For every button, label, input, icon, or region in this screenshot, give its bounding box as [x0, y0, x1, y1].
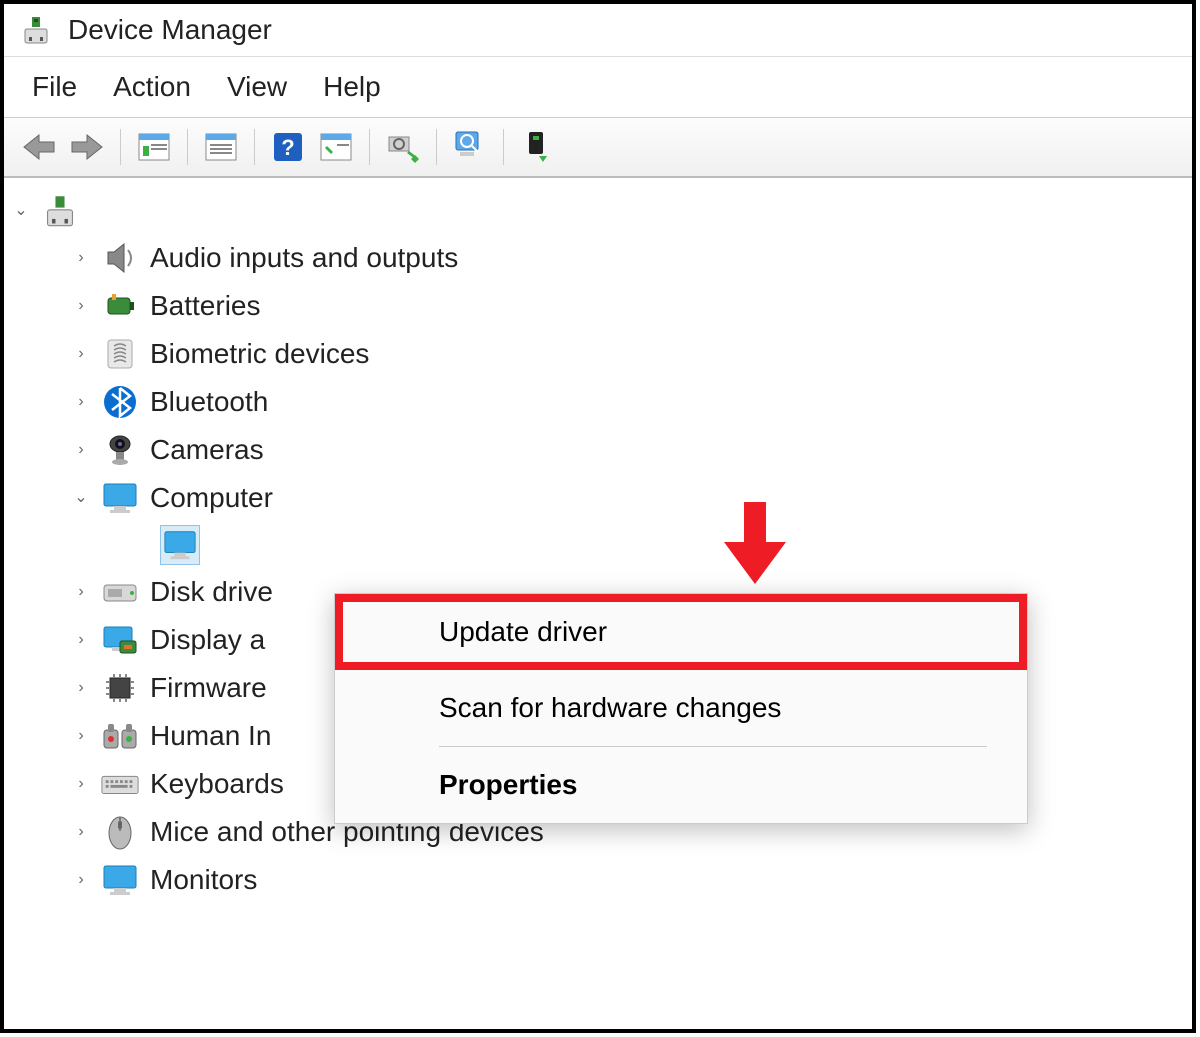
- window-title: Device Manager: [68, 14, 272, 46]
- tree-root[interactable]: ⌄: [12, 188, 1184, 234]
- display-adapter-icon: [100, 620, 140, 660]
- menu-item-label: Update driver: [439, 616, 607, 647]
- collapse-arrow-icon[interactable]: ›: [72, 294, 90, 318]
- tree-label: Monitors: [150, 859, 257, 901]
- tree-label: Computer: [150, 477, 273, 519]
- bluetooth-icon: [100, 382, 140, 422]
- update-driver-button[interactable]: [382, 126, 424, 168]
- collapse-arrow-icon[interactable]: ›: [72, 868, 90, 892]
- context-menu-update-driver[interactable]: Update driver: [335, 594, 1027, 670]
- tree-item-cameras[interactable]: › Cameras: [12, 426, 1184, 474]
- tree-item-computer-child[interactable]: [12, 522, 1184, 568]
- menu-action[interactable]: Action: [113, 71, 191, 103]
- context-menu-scan-hardware[interactable]: Scan for hardware changes: [335, 670, 1027, 746]
- toolbar-separator: [369, 129, 370, 165]
- properties-button[interactable]: [200, 126, 242, 168]
- camera-icon: [100, 430, 140, 470]
- tree-item-audio[interactable]: › Audio inputs and outputs: [12, 234, 1184, 282]
- collapse-arrow-icon[interactable]: ›: [72, 628, 90, 652]
- toolbar-separator: [187, 129, 188, 165]
- tree-label: Keyboards: [150, 763, 284, 805]
- menu-view[interactable]: View: [227, 71, 287, 103]
- menubar: File Action View Help: [4, 57, 1192, 118]
- collapse-arrow-icon[interactable]: ›: [72, 772, 90, 796]
- tree-label: Display a: [150, 619, 265, 661]
- tree-label: Bluetooth: [150, 381, 268, 423]
- expand-arrow-icon[interactable]: ⌄: [12, 199, 30, 223]
- expand-arrow-icon[interactable]: ⌄: [72, 486, 90, 510]
- tree-label: Disk drive: [150, 571, 273, 613]
- tree-label: Audio inputs and outputs: [150, 237, 458, 279]
- collapse-arrow-icon[interactable]: ›: [72, 438, 90, 462]
- uninstall-button[interactable]: [449, 126, 491, 168]
- device-manager-window: Device Manager File Action View Help ?: [0, 0, 1196, 1033]
- monitor-icon: [100, 860, 140, 900]
- forward-button[interactable]: [66, 126, 108, 168]
- tree-item-biometric[interactable]: › Biometric devices: [12, 330, 1184, 378]
- install-legacy-button[interactable]: [516, 126, 558, 168]
- battery-icon: [100, 286, 140, 326]
- collapse-arrow-icon[interactable]: ›: [72, 724, 90, 748]
- collapse-arrow-icon[interactable]: ›: [72, 246, 90, 270]
- fingerprint-icon: [100, 334, 140, 374]
- properties-pane-button[interactable]: [133, 126, 175, 168]
- menu-item-label: Scan for hardware changes: [439, 692, 781, 723]
- speaker-icon: [100, 238, 140, 278]
- collapse-arrow-icon[interactable]: ›: [72, 820, 90, 844]
- toolbar-separator: [120, 129, 121, 165]
- menu-file[interactable]: File: [32, 71, 77, 103]
- collapse-arrow-icon[interactable]: ›: [72, 580, 90, 604]
- titlebar: Device Manager: [4, 4, 1192, 57]
- collapse-arrow-icon[interactable]: ›: [72, 676, 90, 700]
- menu-item-label: Properties: [439, 769, 578, 800]
- device-manager-icon: [20, 14, 52, 46]
- toolbar-separator: [254, 129, 255, 165]
- toolbar-separator: [436, 129, 437, 165]
- scan-hardware-button[interactable]: [315, 126, 357, 168]
- disk-icon: [100, 572, 140, 612]
- computer-icon: [160, 525, 200, 565]
- tree-label: Firmware: [150, 667, 267, 709]
- collapse-arrow-icon[interactable]: ›: [72, 390, 90, 414]
- menu-help[interactable]: Help: [323, 71, 381, 103]
- tree-label: Cameras: [150, 429, 264, 471]
- tree-label: Batteries: [150, 285, 261, 327]
- computer-icon: [100, 478, 140, 518]
- tree-item-bluetooth[interactable]: › Bluetooth: [12, 378, 1184, 426]
- back-button[interactable]: [18, 126, 60, 168]
- tree-label: Human In: [150, 715, 271, 757]
- toolbar: ?: [4, 118, 1192, 178]
- hid-icon: [100, 716, 140, 756]
- mouse-icon: [100, 812, 140, 852]
- tree-item-batteries[interactable]: › Batteries: [12, 282, 1184, 330]
- tree-item-monitors[interactable]: › Monitors: [12, 856, 1184, 904]
- context-menu: Update driver Scan for hardware changes …: [334, 593, 1028, 824]
- keyboard-icon: [100, 764, 140, 804]
- tree-label: Biometric devices: [150, 333, 369, 375]
- toolbar-separator: [503, 129, 504, 165]
- context-menu-properties[interactable]: Properties: [335, 747, 1027, 823]
- tree-item-computer[interactable]: ⌄ Computer: [12, 474, 1184, 522]
- firmware-icon: [100, 668, 140, 708]
- svg-text:?: ?: [281, 135, 294, 160]
- annotation-arrow-icon: [724, 502, 786, 584]
- collapse-arrow-icon[interactable]: ›: [72, 342, 90, 366]
- computer-root-icon: [40, 191, 80, 231]
- help-button[interactable]: ?: [267, 126, 309, 168]
